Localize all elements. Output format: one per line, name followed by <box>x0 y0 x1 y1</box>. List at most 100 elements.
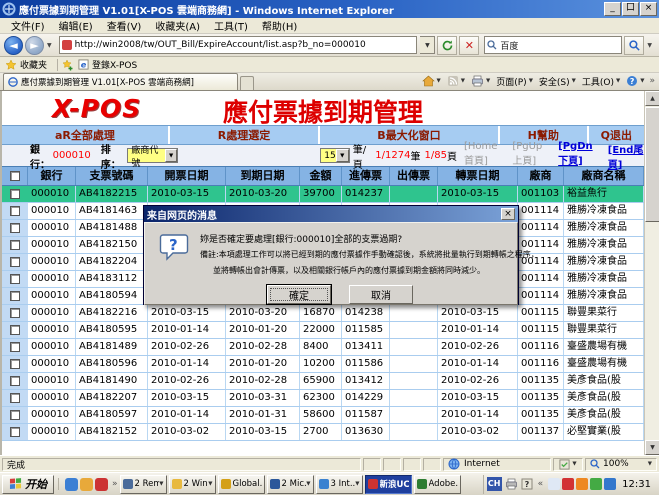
sort-select[interactable]: 廠商代號 ▼ <box>127 148 178 163</box>
row-checkbox[interactable] <box>10 359 20 369</box>
row-checkbox[interactable] <box>10 376 20 386</box>
page-size-select[interactable]: 15 ▼ <box>320 148 349 163</box>
row-checkbox[interactable] <box>10 308 20 318</box>
back-button[interactable]: ◄ <box>4 36 23 55</box>
forward-button[interactable]: ► <box>25 36 44 55</box>
row-checkbox[interactable] <box>10 206 20 216</box>
history-dropdown-icon[interactable]: ▼ <box>44 42 55 49</box>
start-button[interactable]: 开始 <box>2 475 54 494</box>
sort-dropdown-icon[interactable]: ▼ <box>165 149 177 162</box>
quick-launch-messenger-icon[interactable] <box>80 478 93 491</box>
ok-button[interactable]: 確定 <box>267 285 331 304</box>
search-box[interactable] <box>484 36 622 54</box>
scroll-up-icon[interactable]: ▲ <box>645 91 659 106</box>
search-dropdown-icon[interactable]: ▼ <box>644 42 655 49</box>
command-dropdown-icon[interactable]: ▼ <box>616 78 620 84</box>
row-checkbox[interactable] <box>10 291 20 301</box>
select-all-checkbox[interactable] <box>10 171 20 181</box>
command-dropdown-icon[interactable]: ▼ <box>572 78 576 84</box>
taskbar-button[interactable]: 3 Int...▼ <box>316 475 363 494</box>
help-dropdown-icon[interactable]: ▼ <box>640 78 644 84</box>
row-checkbox[interactable] <box>10 189 20 199</box>
command-bar-item[interactable]: 页面(P)▼ <box>493 73 536 89</box>
taskbar-button-dropdown-icon[interactable]: ▼ <box>355 481 359 487</box>
tray-qq-icon[interactable] <box>562 478 574 490</box>
print-dropdown-icon[interactable]: ▼ <box>486 78 490 84</box>
taskbar-button[interactable]: 2 Mic...▼ <box>267 475 314 494</box>
taskbar-button-dropdown-icon[interactable]: ▼ <box>208 481 212 487</box>
address-input[interactable] <box>75 40 415 50</box>
taskbar-button[interactable]: 新浪UC <box>365 475 412 494</box>
quick-launch-chevron[interactable]: » <box>110 479 120 489</box>
tray-document-icon[interactable] <box>548 478 560 490</box>
dialog-close-icon[interactable]: × <box>501 208 515 220</box>
row-checkbox[interactable] <box>10 342 20 352</box>
row-checkbox[interactable] <box>10 325 20 335</box>
tab-active[interactable]: 應付票據到期管理 V1.01[X-POS 雲端商務網] <box>3 73 238 90</box>
row-checkbox[interactable] <box>10 240 20 250</box>
feeds-dropdown-icon[interactable]: ▼ <box>461 78 465 84</box>
taskbar-button[interactable]: 2 Win...▼ <box>169 475 216 494</box>
minimize-button[interactable]: _ <box>604 2 621 16</box>
row-checkbox[interactable] <box>10 274 20 284</box>
page-mode-dropdown-icon[interactable]: ▼ <box>572 461 576 467</box>
taskbar-button[interactable]: Adobe... <box>414 475 461 494</box>
scroll-down-icon[interactable]: ▼ <box>645 440 659 455</box>
feeds-button[interactable]: ▼ <box>444 73 468 89</box>
stop-button[interactable]: ✕ <box>459 36 479 55</box>
print-button[interactable]: ▼ <box>468 73 493 89</box>
add-favorite-icon[interactable] <box>62 59 74 71</box>
quick-launch-browser-icon[interactable] <box>65 478 78 491</box>
tray-network-icon[interactable] <box>604 478 616 490</box>
help-button[interactable]: ? ▼ <box>623 73 647 89</box>
language-indicator[interactable]: CH <box>487 477 502 491</box>
menu-item[interactable]: 查看(V) <box>100 18 149 33</box>
menu-item[interactable]: 帮助(H) <box>255 18 304 33</box>
maximize-button[interactable]: 口 <box>622 2 639 16</box>
close-button[interactable]: × <box>640 2 657 16</box>
zoom-dropdown-icon[interactable]: ▼ <box>648 461 652 467</box>
home-button[interactable]: ▼ <box>419 73 444 89</box>
pager-link[interactable]: [End尾頁] <box>608 141 644 171</box>
menu-item[interactable]: 文件(F) <box>4 18 52 33</box>
row-checkbox[interactable] <box>10 427 20 437</box>
refresh-button[interactable] <box>437 36 457 55</box>
favorites-link-login[interactable]: 登錄X-POS <box>92 58 137 71</box>
row-checkbox[interactable] <box>10 393 20 403</box>
address-bar[interactable] <box>59 36 418 54</box>
page-size-dropdown-icon[interactable]: ▼ <box>336 149 349 162</box>
tray-printer-icon[interactable] <box>505 478 518 490</box>
cancel-button[interactable]: 取消 <box>349 285 413 304</box>
favorites-label[interactable]: 收藏夹 <box>20 58 47 71</box>
menu-item[interactable]: 收藏夹(A) <box>148 18 207 33</box>
favorites-star-icon[interactable] <box>5 59 17 71</box>
pager-link[interactable]: [PgDn下頁] <box>558 141 601 171</box>
menu-item[interactable]: 编辑(E) <box>52 18 100 33</box>
vertical-scrollbar[interactable]: ▲ ▼ <box>644 91 659 455</box>
quick-launch-qq-icon[interactable] <box>95 478 108 491</box>
home-dropdown-icon[interactable]: ▼ <box>437 78 441 84</box>
new-tab-stub[interactable] <box>240 76 254 90</box>
search-input[interactable] <box>500 40 619 50</box>
command-dropdown-icon[interactable]: ▼ <box>529 78 533 84</box>
scrollbar-thumb[interactable] <box>645 107 659 222</box>
taskbar-button-dropdown-icon[interactable]: ▼ <box>159 481 163 487</box>
command-bar-item[interactable]: 工具(O)▼ <box>579 73 623 89</box>
command-overflow-chevron[interactable]: » <box>647 76 657 86</box>
row-checkbox[interactable] <box>10 223 20 233</box>
taskbar-button[interactable]: 2 Rem...▼ <box>120 475 167 494</box>
taskbar-button-dropdown-icon[interactable]: ▼ <box>306 481 310 487</box>
tray-help-icon[interactable]: ? <box>521 478 533 490</box>
zoom-control[interactable]: 100% ▼ <box>585 458 657 471</box>
tray-collapse-chevron[interactable]: « <box>536 479 546 489</box>
row-checkbox[interactable] <box>10 257 20 267</box>
taskbar-button[interactable]: Global... <box>218 475 265 494</box>
menu-item[interactable]: 工具(T) <box>207 18 255 33</box>
search-button[interactable] <box>624 36 644 55</box>
address-dropdown-icon[interactable]: ▼ <box>420 36 435 54</box>
row-checkbox[interactable] <box>10 410 20 420</box>
page-mode-panel[interactable]: ▼ <box>553 458 583 471</box>
command-bar-item[interactable]: 安全(S)▼ <box>536 73 579 89</box>
tray-update-icon[interactable] <box>576 478 588 490</box>
tray-shield-icon[interactable] <box>590 478 602 490</box>
